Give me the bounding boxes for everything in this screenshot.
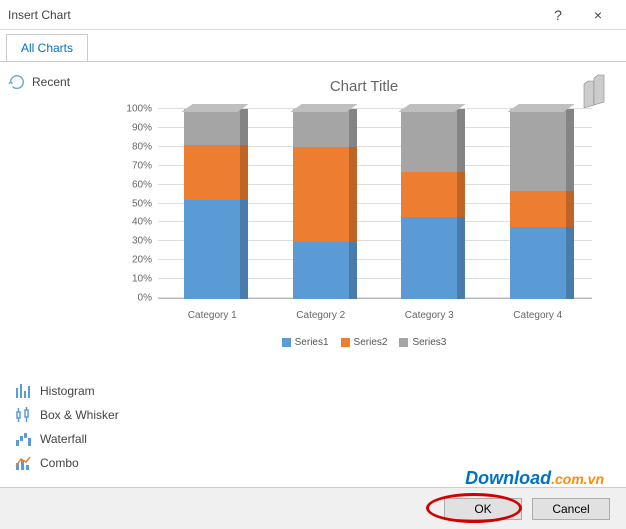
x-tick-label: Category 3 xyxy=(389,310,469,321)
y-tick-label: 100% xyxy=(126,104,152,115)
bar-segment xyxy=(184,200,240,299)
chart-bars xyxy=(158,109,592,299)
y-tick-label: 70% xyxy=(132,160,152,171)
sidebar-item-recent[interactable]: Recent xyxy=(4,70,106,94)
y-tick-label: 60% xyxy=(132,179,152,190)
bar-top xyxy=(290,104,357,112)
chart-xlabels: Category 1 Category 2 Category 3 Category 4 xyxy=(158,310,592,321)
legend-swatch xyxy=(341,338,350,347)
bar-segment xyxy=(401,109,457,172)
legend-label: Series1 xyxy=(295,337,329,348)
watermark: Download.com.vn xyxy=(465,468,604,489)
bar-segment xyxy=(184,109,240,145)
box-whisker-icon xyxy=(14,406,32,424)
legend-label: Series2 xyxy=(354,337,388,348)
y-tick-label: 50% xyxy=(132,198,152,209)
bar-top xyxy=(182,104,249,112)
bar-segment xyxy=(401,172,457,218)
bar-segment xyxy=(349,242,357,299)
bar-column xyxy=(293,109,349,299)
bar-segment xyxy=(240,109,248,145)
bar-segment xyxy=(457,172,465,218)
bar-segment xyxy=(457,109,465,172)
type-item-waterfall[interactable]: Waterfall xyxy=(12,427,182,451)
title-bar: Insert Chart ? × xyxy=(0,0,626,30)
close-button[interactable]: × xyxy=(578,7,618,23)
bar-segment xyxy=(566,109,574,191)
recent-icon xyxy=(8,73,26,91)
chart-plot: 0%10%20%30%40%50%60%70%80%90%100% Catego… xyxy=(158,109,592,319)
type-item-combo[interactable]: Combo xyxy=(12,451,182,475)
chart-title: Chart Title xyxy=(116,78,612,95)
y-tick-label: 80% xyxy=(132,141,152,152)
chart-type-list: Histogram Box & Whisker Waterfall Combo xyxy=(12,379,182,475)
bar-segment xyxy=(240,200,248,299)
type-label: Combo xyxy=(40,456,79,470)
combo-icon xyxy=(14,454,32,472)
sidebar-label-recent: Recent xyxy=(32,75,70,89)
y-tick-label: 10% xyxy=(132,274,152,285)
column-3d-icon[interactable] xyxy=(580,70,612,110)
cancel-button[interactable]: Cancel xyxy=(532,498,610,520)
legend-label: Series3 xyxy=(412,337,446,348)
chart-legend: Series1 Series2 Series3 xyxy=(116,337,612,348)
bar-segment xyxy=(401,217,457,299)
histogram-icon xyxy=(14,382,32,400)
bar-top xyxy=(507,104,574,112)
legend-swatch xyxy=(282,338,291,347)
bar-segment xyxy=(510,191,566,227)
y-tick-label: 30% xyxy=(132,236,152,247)
sidebar: Recent xyxy=(0,62,110,356)
type-item-box-whisker[interactable]: Box & Whisker xyxy=(12,403,182,427)
bar-segment xyxy=(293,109,349,147)
y-tick-label: 20% xyxy=(132,255,152,266)
watermark-main: Download xyxy=(465,468,551,488)
bar-segment xyxy=(510,109,566,191)
bar-segment xyxy=(184,145,240,200)
watermark-suffix: .com.vn xyxy=(551,471,604,487)
bar-segment xyxy=(349,109,357,147)
ok-button[interactable]: OK xyxy=(444,498,522,520)
bar-column xyxy=(401,109,457,299)
legend-item: Series3 xyxy=(399,337,446,348)
type-label: Waterfall xyxy=(40,432,87,446)
legend-item: Series2 xyxy=(341,337,388,348)
bar-segment xyxy=(349,147,357,242)
y-tick-label: 40% xyxy=(132,217,152,228)
help-button[interactable]: ? xyxy=(538,7,578,23)
dialog-footer: OK Cancel xyxy=(0,487,626,529)
x-tick-label: Category 1 xyxy=(172,310,252,321)
y-tick-label: 0% xyxy=(138,293,152,304)
legend-swatch xyxy=(399,338,408,347)
type-item-histogram[interactable]: Histogram xyxy=(12,379,182,403)
bar-segment xyxy=(566,227,574,299)
legend-item: Series1 xyxy=(282,337,329,348)
bar-segment xyxy=(566,191,574,227)
x-tick-label: Category 2 xyxy=(281,310,361,321)
tab-all-charts[interactable]: All Charts xyxy=(6,34,88,61)
chart-preview: Chart Title 0%10%20%30%40%50%60%70%80%90… xyxy=(110,62,626,356)
bar-top xyxy=(399,104,466,112)
x-tick-label: Category 4 xyxy=(498,310,578,321)
bar-segment xyxy=(457,217,465,299)
bar-segment xyxy=(293,242,349,299)
y-tick-label: 90% xyxy=(132,122,152,133)
bar-column xyxy=(184,109,240,299)
waterfall-icon xyxy=(14,430,32,448)
tabs: All Charts xyxy=(0,34,626,62)
bar-segment xyxy=(240,145,248,200)
bar-column xyxy=(510,109,566,299)
bar-segment xyxy=(293,147,349,242)
bar-segment xyxy=(510,227,566,299)
dialog-title: Insert Chart xyxy=(8,8,538,22)
type-label: Histogram xyxy=(40,384,95,398)
type-label: Box & Whisker xyxy=(40,408,119,422)
